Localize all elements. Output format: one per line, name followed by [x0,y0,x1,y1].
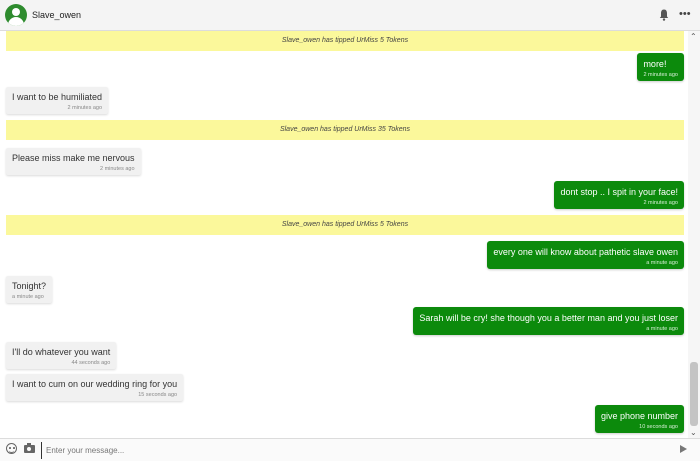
message-text: Please miss make me nervous [12,153,135,163]
message-time: a minute ago [646,326,678,332]
incoming-message: Please miss make me nervous 2 minutes ag… [6,148,141,175]
message-text: give phone number [600,411,678,421]
chat-username[interactable]: Slave_owen [32,10,81,20]
message-text: I want to be humiliated [12,92,103,102]
more-icon[interactable]: ••• [679,9,691,20]
outgoing-message: dont stop .. I spit in your face! 2 minu… [554,181,684,209]
message-input[interactable] [41,442,663,459]
message-time: 2 minutes ago [643,72,678,78]
incoming-message: I'll do whatever you want 44 seconds ago [6,342,117,369]
message-list[interactable]: Slave_owen has tipped UrMiss 5 Tokens mo… [0,31,688,438]
incoming-message: Tonight? a minute ago [6,276,53,303]
message-time: a minute ago [646,260,678,266]
user-avatar-icon[interactable] [5,4,27,26]
tip-notice: Slave_owen has tipped UrMiss 35 Tokens [6,120,684,140]
message-composer [0,438,700,461]
outgoing-message: more! 2 minutes ago [637,53,684,81]
camera-icon[interactable] [24,443,35,453]
scroll-down-icon[interactable]: ⌄ [690,428,697,437]
message-text: every one will know about pathetic slave… [493,247,678,257]
scroll-up-icon[interactable]: ⌃ [690,32,697,41]
message-time: 15 seconds ago [138,392,178,398]
message-time: 10 seconds ago [639,424,678,430]
emoji-icon[interactable] [6,443,17,454]
bell-icon[interactable] [659,9,669,21]
incoming-message: I want to be humiliated 2 minutes ago [6,87,109,114]
outgoing-message: Sarah will be cry! she though you a bett… [413,307,684,335]
scrollbar-thumb[interactable] [690,362,698,426]
message-text: I'll do whatever you want [12,347,111,357]
message-time: 2 minutes ago [99,166,135,172]
message-text: more! [643,59,667,69]
message-text: Sarah will be cry! she though you a bett… [419,313,678,323]
message-time: 2 minutes ago [67,105,103,111]
message-text: Tonight? [12,281,47,291]
message-time: 44 seconds ago [71,360,111,366]
message-text: I want to cum on our wedding ring for yo… [12,379,178,389]
incoming-message: I want to cum on our wedding ring for yo… [6,374,184,401]
outgoing-message: give phone number 10 seconds ago [594,405,684,433]
send-icon[interactable] [680,445,687,453]
message-time: 2 minutes ago [643,200,678,206]
message-time: a minute ago [12,294,44,300]
tip-notice: Slave_owen has tipped UrMiss 5 Tokens [6,31,684,51]
outgoing-message: every one will know about pathetic slave… [487,241,684,269]
chat-header: Slave_owen ••• [0,0,700,31]
tip-notice: Slave_owen has tipped UrMiss 5 Tokens [6,215,684,235]
message-text: dont stop .. I spit in your face! [560,187,678,197]
